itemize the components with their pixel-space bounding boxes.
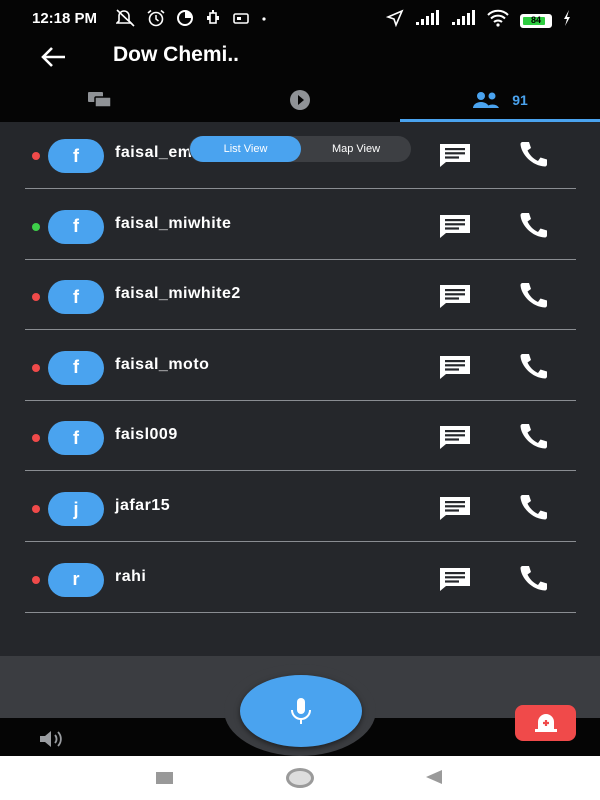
message-icon — [440, 497, 470, 520]
tab-members[interactable]: 91 — [400, 78, 600, 122]
app-bar: Dow Chemi.. — [0, 38, 600, 78]
view-toggle: List View Map View — [189, 136, 411, 162]
phone-icon — [520, 495, 547, 520]
microphone-icon — [291, 698, 311, 724]
charging-icon — [562, 9, 572, 32]
alarm-bell-icon — [534, 714, 557, 732]
presence-status-dot — [32, 293, 40, 302]
emergency-alert-button[interactable] — [515, 705, 576, 741]
list-view-button[interactable]: List View — [190, 136, 301, 162]
presence-status-dot — [32, 152, 40, 160]
notification-icon — [232, 9, 250, 32]
phone-icon — [520, 424, 547, 449]
presence-status-dot — [32, 575, 40, 584]
message-icon — [440, 567, 470, 591]
member-count: 91 — [512, 92, 528, 108]
call-button[interactable] — [515, 351, 551, 381]
people-icon — [473, 92, 500, 108]
phone-icon — [520, 283, 547, 308]
page-title: Dow Chemi.. — [113, 43, 240, 66]
contact-name: rahi — [115, 567, 147, 585]
signal-icon — [414, 10, 440, 31]
signal-icon — [450, 10, 476, 31]
message-icon — [440, 285, 470, 309]
avatar: r — [48, 562, 104, 597]
phone-icon — [520, 212, 547, 238]
message-icon — [440, 214, 470, 238]
avatar: f — [48, 280, 104, 315]
message-button[interactable] — [437, 212, 473, 240]
play-icon — [290, 90, 310, 110]
location-icon — [385, 9, 404, 32]
battery-percent: 84 — [530, 14, 541, 25]
contact-row[interactable]: j jafar15 — [25, 472, 576, 542]
message-icon — [440, 426, 470, 450]
call-button[interactable] — [515, 563, 551, 593]
call-button[interactable] — [515, 421, 551, 451]
presence-status-dot — [32, 505, 40, 513]
call-button[interactable] — [515, 492, 551, 522]
arrow-left-icon — [41, 47, 65, 67]
message-icon — [440, 144, 470, 167]
contact-name: faisal_moto — [115, 355, 210, 373]
chat-bubbles-icon — [88, 92, 112, 108]
contact-name: faisl009 — [115, 426, 178, 444]
usb-icon — [204, 9, 222, 32]
avatar: f — [48, 139, 104, 173]
tab-bar: 91 — [0, 78, 600, 122]
speaker-icon — [40, 731, 62, 747]
dot-icon — [260, 9, 268, 32]
phone-icon — [520, 565, 547, 591]
tab-chat[interactable] — [0, 78, 200, 122]
message-button[interactable] — [437, 353, 473, 381]
presence-status-dot — [32, 363, 40, 372]
mute-icon — [115, 9, 136, 32]
status-time: 12:18 PM — [32, 10, 98, 27]
call-button[interactable] — [515, 280, 551, 310]
contact-name: faisal_miwhite2 — [115, 285, 241, 303]
message-button[interactable] — [437, 282, 473, 310]
avatar: f — [48, 350, 104, 385]
tab-play[interactable] — [200, 78, 400, 122]
message-button[interactable] — [437, 565, 473, 593]
contact-row[interactable]: f faisal_miwhite — [25, 190, 576, 260]
message-button[interactable] — [437, 423, 473, 451]
status-right-icons: 84 — [385, 9, 572, 32]
recents-icon[interactable] — [156, 772, 173, 784]
message-button[interactable] — [437, 141, 473, 169]
status-bar: 12:18 PM 84 — [0, 0, 600, 38]
map-view-button[interactable]: Map View — [301, 136, 411, 162]
back-button[interactable] — [38, 42, 68, 72]
phone-icon — [520, 353, 547, 379]
data-saver-icon — [176, 9, 194, 32]
contact-list: List View Map View f faisal_emu_12 f faisal… — [0, 122, 600, 656]
presence-status-dot — [32, 434, 40, 443]
avatar: f — [48, 421, 104, 456]
contact-row[interactable]: r rahi — [25, 543, 576, 613]
battery-icon: 84 — [520, 13, 552, 28]
system-nav-bar — [0, 756, 600, 800]
call-button[interactable] — [515, 210, 551, 240]
alarm-icon — [146, 9, 166, 32]
avatar: j — [48, 492, 104, 526]
status-left-icons — [115, 9, 268, 32]
contact-row[interactable]: f faisal_miwhite2 — [25, 260, 576, 331]
home-icon[interactable] — [286, 768, 314, 788]
avatar: f — [48, 209, 104, 244]
contact-row[interactable]: f faisl009 — [25, 401, 576, 472]
presence-status-dot — [32, 222, 40, 231]
push-to-talk-button[interactable] — [240, 675, 362, 747]
contact-name: jafar15 — [115, 497, 171, 514]
message-button[interactable] — [437, 494, 473, 522]
wifi-icon — [486, 9, 510, 32]
contact-name: faisal_miwhite — [115, 214, 232, 232]
contact-row[interactable]: f faisal_moto — [25, 331, 576, 401]
back-icon[interactable] — [426, 770, 442, 784]
speaker-button[interactable] — [38, 729, 68, 749]
message-icon — [440, 355, 470, 379]
phone-icon — [520, 142, 547, 167]
call-button[interactable] — [515, 139, 551, 169]
